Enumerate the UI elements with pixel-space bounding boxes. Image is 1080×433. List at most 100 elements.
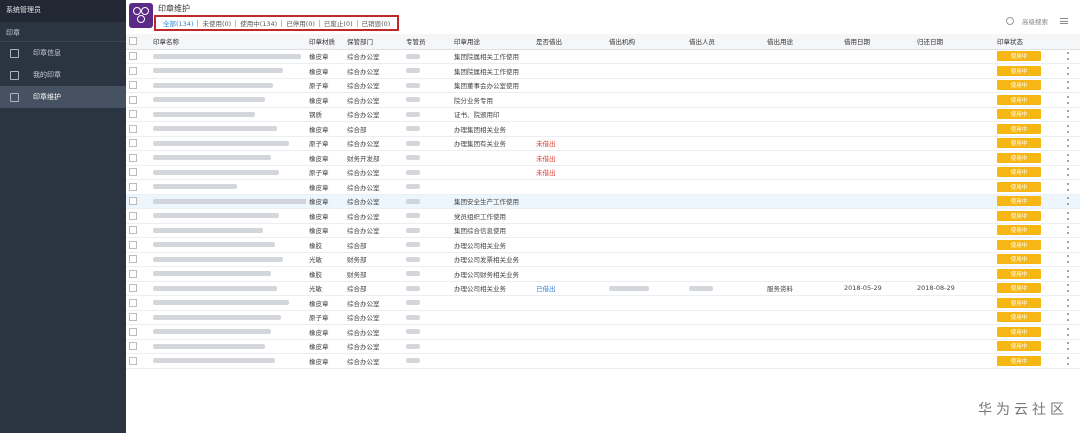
seal-name[interactable] [150, 107, 306, 122]
table-row[interactable]: 光敏 综合部 办理公司相关业务 已借出 服务资料 2018-05-29 2018-08-29… [126, 281, 1080, 296]
more-icon[interactable] [1067, 52, 1069, 61]
row-checkbox[interactable] [126, 266, 150, 282]
seal-name[interactable] [150, 324, 306, 340]
seal-name[interactable] [150, 310, 306, 325]
row-actions[interactable] [1064, 49, 1080, 64]
tab-abolished[interactable]: 已废止(0) [320, 18, 357, 28]
more-icon[interactable] [1067, 240, 1069, 249]
seal-name[interactable] [150, 78, 306, 93]
row-checkbox[interactable] [126, 310, 150, 325]
more-icon[interactable] [1067, 81, 1069, 90]
table-row[interactable]: 钢质 综合办公室 证书、院颁用印 使用中 [126, 107, 1080, 122]
row-actions[interactable] [1064, 78, 1080, 93]
row-actions[interactable] [1064, 223, 1080, 238]
sidebar-item-seal-info[interactable]: 印章信息 [0, 42, 126, 64]
table-row[interactable]: 橡皮章 综合办公室 集团院属相关工作使用 使用中 [126, 49, 1080, 64]
more-icon[interactable] [1067, 197, 1069, 206]
row-checkbox[interactable] [126, 353, 150, 369]
table-row[interactable]: 橡皮章 综合办公室 使用中 [126, 353, 1080, 369]
row-checkbox[interactable] [126, 324, 150, 340]
select-all-checkbox[interactable] [126, 34, 150, 50]
sidebar-item-my-seal[interactable]: 我的印章 [0, 64, 126, 86]
seal-name[interactable] [150, 237, 306, 253]
tab-unused[interactable]: 未使用(0) [198, 18, 235, 28]
more-icon[interactable] [1067, 124, 1069, 133]
row-checkbox[interactable] [126, 121, 150, 137]
table-row[interactable]: 橡皮章 综合办公室 使用中 [126, 295, 1080, 311]
more-icon[interactable] [1067, 269, 1069, 278]
table-row[interactable]: 橡胶 综合部 办理公司相关业务 使用中 [126, 237, 1080, 253]
row-actions[interactable] [1064, 136, 1080, 151]
more-icon[interactable] [1067, 110, 1069, 119]
seal-name[interactable] [150, 208, 306, 224]
row-checkbox[interactable] [126, 237, 150, 253]
table-row[interactable]: 橡皮章 综合办公室 使用中 [126, 324, 1080, 340]
seal-name[interactable] [150, 266, 306, 282]
seal-name[interactable] [150, 150, 306, 166]
table-row[interactable]: 橡皮章 综合办公室 党员组织工作使用 使用中 [126, 208, 1080, 224]
row-actions[interactable] [1064, 92, 1080, 108]
table-row[interactable]: 原子章 综合办公室 未借出 使用中 [126, 165, 1080, 180]
more-icon[interactable] [1067, 226, 1069, 235]
more-icon[interactable] [1067, 298, 1069, 307]
seal-name[interactable] [150, 165, 306, 180]
row-actions[interactable] [1064, 165, 1080, 180]
seal-name[interactable] [150, 281, 306, 296]
sidebar-section-seal[interactable]: 印章 [0, 22, 126, 42]
row-checkbox[interactable] [126, 165, 150, 180]
seal-name[interactable] [150, 339, 306, 354]
table-row[interactable]: 橡皮章 综合办公室 使用中 [126, 179, 1080, 195]
table-row[interactable]: 原子章 综合办公室 集团董事会办公室使用 使用中 [126, 78, 1080, 93]
row-actions[interactable] [1064, 310, 1080, 325]
row-actions[interactable] [1064, 237, 1080, 253]
row-actions[interactable] [1064, 107, 1080, 122]
row-actions[interactable] [1064, 194, 1080, 209]
row-actions[interactable] [1064, 266, 1080, 282]
row-checkbox[interactable] [126, 194, 150, 209]
table-row[interactable]: 橡皮章 综合办公室 集团安全生产工作使用 使用中 [126, 194, 1080, 209]
seal-name[interactable] [150, 223, 306, 238]
row-checkbox[interactable] [126, 223, 150, 238]
row-checkbox[interactable] [126, 150, 150, 166]
row-actions[interactable] [1064, 281, 1080, 296]
more-icon[interactable] [1067, 66, 1069, 75]
row-checkbox[interactable] [126, 63, 150, 79]
row-checkbox[interactable] [126, 295, 150, 311]
table-row[interactable]: 原子章 综合办公室 使用中 [126, 310, 1080, 325]
tab-destroyed[interactable]: 已销毁(0) [358, 18, 395, 28]
tab-all[interactable]: 全部(134) [159, 18, 197, 28]
row-actions[interactable] [1064, 324, 1080, 340]
table-row[interactable]: 橡皮章 财务开发部 未借出 使用中 [126, 150, 1080, 166]
table-row[interactable]: 橡皮章 综合办公室 院分业务专用 使用中 [126, 92, 1080, 108]
table-row[interactable]: 橡皮章 综合部 办理集团相关业务 使用中 [126, 121, 1080, 137]
more-icon[interactable] [1067, 153, 1069, 162]
seal-name[interactable] [150, 353, 306, 369]
row-checkbox[interactable] [126, 281, 150, 296]
row-actions[interactable] [1064, 252, 1080, 267]
row-actions[interactable] [1064, 63, 1080, 79]
row-checkbox[interactable] [126, 252, 150, 267]
more-icon[interactable] [1067, 342, 1069, 351]
seal-name[interactable] [150, 92, 306, 108]
row-actions[interactable] [1064, 150, 1080, 166]
seal-name[interactable] [150, 295, 306, 311]
more-icon[interactable] [1067, 182, 1069, 191]
table-row[interactable]: 原子章 综合办公室 办理集团有关业务 未借出 使用中 [126, 136, 1080, 151]
more-icon[interactable] [1067, 168, 1069, 177]
more-icon[interactable] [1067, 327, 1069, 336]
row-checkbox[interactable] [126, 92, 150, 108]
row-actions[interactable] [1064, 121, 1080, 137]
seal-name[interactable] [150, 49, 306, 64]
table-row[interactable]: 橡皮章 综合办公室 集团院属相关工作使用 使用中 [126, 63, 1080, 79]
row-checkbox[interactable] [126, 208, 150, 224]
table-row[interactable]: 光敏 财务部 办理公司发票相关业务 使用中 [126, 252, 1080, 267]
row-checkbox[interactable] [126, 179, 150, 195]
seal-name[interactable] [150, 121, 306, 137]
table-row[interactable]: 橡胶 财务部 办理公司财务相关业务 使用中 [126, 266, 1080, 282]
more-icon[interactable] [1067, 255, 1069, 264]
advanced-search-link[interactable]: 高级搜索 [1022, 16, 1048, 26]
menu-icon[interactable] [1060, 18, 1068, 24]
seal-name[interactable] [150, 63, 306, 79]
table-row[interactable]: 橡皮章 综合办公室 使用中 [126, 339, 1080, 354]
row-checkbox[interactable] [126, 107, 150, 122]
